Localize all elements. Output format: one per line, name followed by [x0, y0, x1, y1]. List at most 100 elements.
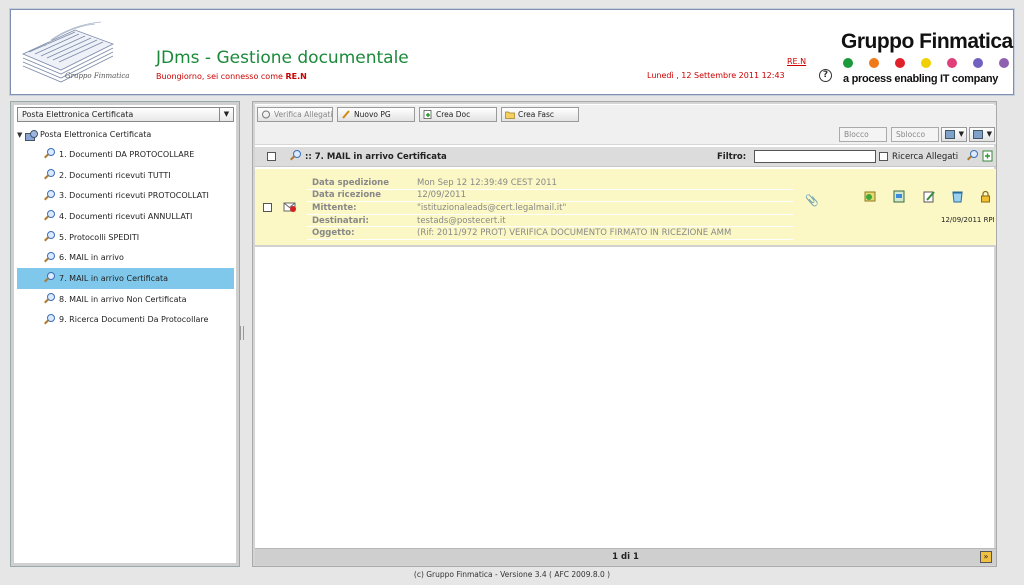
ricerca-allegati-checkbox[interactable] [879, 152, 888, 161]
trash-icon[interactable] [951, 190, 964, 203]
field-label: Data spedizione [312, 177, 389, 188]
search-icon [43, 231, 55, 243]
message-fields: Data spedizione Mon Sep 12 12:39:49 CEST … [307, 177, 793, 240]
sidebar-item-label: 8. MAIL in arrivo Non Certificata [59, 294, 187, 304]
sidebar-item[interactable]: 6. MAIL in arrivo [17, 247, 234, 268]
list-title: :: 7. MAIL in arrivo Certificata [305, 152, 447, 162]
sidebar-select[interactable]: Posta Elettronica Certificata ▼ [17, 107, 234, 122]
current-user: RE.N [285, 72, 307, 81]
verify-icon [262, 110, 270, 119]
tree-root[interactable]: ▼ Posta Elettronica Certificata [17, 126, 234, 144]
search-icon [43, 210, 55, 222]
sidebar-item[interactable]: 5. Protocolli SPEDITI [17, 227, 234, 248]
finmatica-logo: Gruppo Finmatica [15, 16, 145, 88]
ricerca-allegati-label: Ricerca Allegati [892, 152, 959, 162]
message-field-row: Data ricezione 12/09/2011 [307, 190, 793, 203]
expand-triangle-icon[interactable]: ▼ [17, 126, 25, 144]
pager-label: 1 di 1 [612, 552, 639, 562]
sidebar-item[interactable]: 2. Documenti ricevuti TUTTI [17, 165, 234, 186]
field-label: Oggetto: [312, 228, 355, 239]
sidebar-item[interactable]: 4. Documenti ricevuti ANNULLATI [17, 206, 234, 227]
protocol-icon[interactable] [864, 190, 877, 203]
folder-icon [505, 111, 515, 119]
sidebar-item[interactable]: 3. Documenti ricevuti PROTOCOLLATI [17, 185, 234, 206]
brand-dot [869, 58, 879, 68]
message-field-row: Mittente: "istituzionaleads@cert.legalmai… [307, 202, 793, 215]
search-icon [43, 148, 55, 160]
list-item[interactable]: Data spedizione Mon Sep 12 12:39:49 CEST … [255, 169, 996, 247]
field-value: testads@postecert.it [417, 215, 506, 226]
row-checkbox[interactable] [263, 203, 272, 212]
brand-dot [921, 58, 931, 68]
edit-icon[interactable] [923, 190, 936, 203]
filtro-input[interactable] [754, 150, 876, 163]
folder-mail-icon [25, 129, 38, 141]
field-label: Data ricezione [312, 190, 381, 201]
sidebar-item-label: 3. Documenti ricevuti PROTOCOLLATI [59, 191, 209, 201]
message-field-row: Data spedizione Mon Sep 12 12:39:49 CEST … [307, 177, 793, 190]
search-icon[interactable] [289, 150, 301, 162]
field-value: "istituzionaleads@cert.legalmail.it" [417, 202, 567, 213]
crea-fasc-button[interactable]: Crea Fasc [501, 107, 579, 122]
verifica-allegati-button[interactable]: Verifica Allegati [257, 107, 333, 122]
panel-splitter[interactable] [240, 326, 244, 340]
list-header: :: 7. MAIL in arrivo Certificata Filtro:… [255, 147, 996, 167]
sidebar-item-label: 7. MAIL in arrivo Certificata [59, 273, 169, 283]
brand-tagline: a process enabling IT company [843, 73, 999, 85]
export-icon [973, 130, 983, 139]
sidebar-item[interactable]: 1. Documenti DA PROTOCOLLARE [17, 144, 234, 165]
message-field-row: Destinatari: testads@postecert.it [307, 215, 793, 228]
main-panel: Verifica Allegati Nuovo PG Crea Doc Crea… [252, 101, 997, 567]
lock-icon[interactable] [979, 190, 992, 203]
blocco-button[interactable]: Blocco [839, 127, 887, 142]
pencil-icon [342, 110, 350, 119]
brand-dot [843, 58, 853, 68]
user-link[interactable]: RE.N [787, 57, 806, 66]
field-value: 12/09/2011 [417, 190, 466, 201]
certified-mail-icon [283, 202, 296, 212]
refresh-icon[interactable] [982, 150, 994, 162]
field-label: Mittente: [312, 202, 357, 213]
sidebar-item[interactable]: 7. MAIL in arrivo Certificata [17, 268, 234, 289]
sidebar-item-label: 4. Documenti ricevuti ANNULLATI [59, 211, 193, 221]
sidebar-item[interactable]: 8. MAIL in arrivo Non Certificata [17, 289, 234, 310]
nuovo-pg-button[interactable]: Nuovo PG [337, 107, 415, 122]
brand-dot [999, 58, 1009, 68]
next-page-icon[interactable]: » [980, 551, 992, 563]
header: Gruppo Finmatica JDms - Gestione documen… [10, 9, 1014, 95]
help-icon[interactable]: ? [819, 69, 832, 82]
search-icon [43, 189, 55, 202]
field-value: (Rif: 2011/972 PROT) VERIFICA DOCUMENTO … [417, 228, 732, 239]
field-label: Destinatari: [312, 215, 369, 226]
crea-doc-button[interactable]: Crea Doc [419, 107, 497, 122]
dropdown-arrow-icon[interactable]: ▼ [219, 108, 233, 121]
attachment-icon[interactable]: 📎 [805, 194, 819, 207]
message-field-row: Oggetto: (Rif: 2011/972 PROT) VERIFICA DO… [307, 227, 793, 240]
print-menu-button[interactable]: ▼ [941, 127, 967, 142]
copyright: (c) Gruppo Finmatica - Versione 3.4 ( AF… [413, 570, 611, 579]
document-view-icon[interactable] [893, 190, 906, 203]
sidebar-item-label: 2. Documenti ricevuti TUTTI [59, 170, 171, 180]
search-icon [43, 251, 55, 264]
toolbar: Verifica Allegati Nuovo PG Crea Doc Crea… [255, 105, 996, 145]
sidebar-item-label: 5. Protocolli SPEDITI [59, 232, 140, 242]
brand-dot [947, 58, 957, 68]
sidebar-item-label: 1. Documenti DA PROTOCOLLARE [59, 149, 195, 159]
new-doc-icon [423, 110, 432, 119]
brand-dots [843, 58, 1009, 68]
app-title: JDms - Gestione documentale [156, 48, 409, 68]
current-datetime: Lunedì , 12 Settembre 2011 12:43 [647, 71, 785, 80]
sblocco-button[interactable]: Sblocco [891, 127, 939, 142]
sidebar-item[interactable]: 9. Ricerca Documenti Da Protocollare [17, 310, 234, 331]
row-date-user: 12/09/2011 RPI [941, 216, 995, 224]
pager-bar: 1 di 1 » [255, 548, 996, 565]
sidebar-item-label: 6. MAIL in arrivo [59, 253, 124, 263]
sidebar-item-label: 9. Ricerca Documenti Da Protocollare [59, 315, 209, 325]
sidebar-tree: ▼ Posta Elettronica Certificata 1. Docum… [17, 126, 234, 330]
export-menu-button[interactable]: ▼ [969, 127, 995, 142]
search-icon[interactable] [966, 150, 978, 162]
brand-name: Gruppo Finmatica [841, 30, 1013, 53]
select-all-checkbox[interactable] [267, 152, 276, 161]
brand-dot [973, 58, 983, 68]
search-icon [43, 169, 55, 181]
